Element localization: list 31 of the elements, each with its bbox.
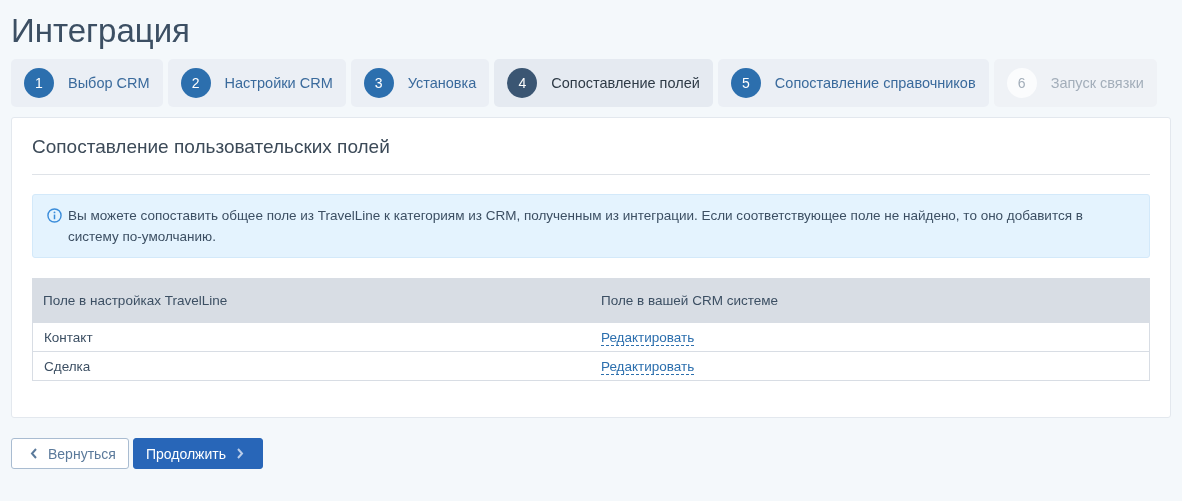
table-cell: Контакт	[32, 322, 591, 352]
step-number: 2	[180, 68, 211, 98]
step-label: Сопоставление справочников	[774, 75, 976, 91]
chevron-left-icon	[30, 448, 38, 459]
step-label: Установка	[407, 75, 477, 91]
edit-link[interactable]: Редактировать	[601, 329, 695, 346]
column-header: Поле в настройках TravelLine	[32, 278, 591, 323]
step-tab[interactable]: 3 Установка	[350, 59, 490, 107]
step-number: 4	[507, 68, 538, 98]
step-tab[interactable]: 5 Сопоставление справочников	[717, 59, 989, 107]
section-heading: Сопоставление пользовательских полей	[32, 118, 1150, 175]
step-number: 3	[363, 68, 394, 98]
back-button[interactable]: Вернуться	[11, 438, 129, 469]
info-text: Вы можете сопоставить общее поле из TravelLine к категориям из CRM, полученным из интеграции. Если соответствующее поле не найдено, то оно добавится в систему по-умолчанию.	[68, 207, 1084, 246]
step-number: 5	[730, 68, 761, 98]
step-label: Настройки CRM	[224, 75, 333, 91]
chevron-right-icon	[236, 448, 244, 459]
step-number: 1	[24, 68, 54, 98]
step-number: 6	[1006, 68, 1037, 98]
edit-link[interactable]: Редактировать	[601, 358, 695, 375]
step-tab[interactable]: 2 Настройки CRM	[167, 59, 346, 107]
table-cell: Сделка	[32, 351, 591, 381]
step-label: Сопоставление полей	[551, 75, 700, 91]
step-tab[interactable]: 4 Сопоставление полей	[494, 59, 713, 107]
info-icon	[47, 208, 62, 223]
column-header: Поле в вашей CRM системе	[591, 278, 1150, 323]
step-tab[interactable]: 1 Выбор CRM	[11, 59, 163, 107]
step-label: Выбор CRM	[68, 75, 150, 91]
step-label: Запуск связки	[1050, 75, 1144, 91]
page-title: Интеграция	[11, 11, 191, 51]
continue-button[interactable]: Продолжить	[132, 438, 263, 469]
